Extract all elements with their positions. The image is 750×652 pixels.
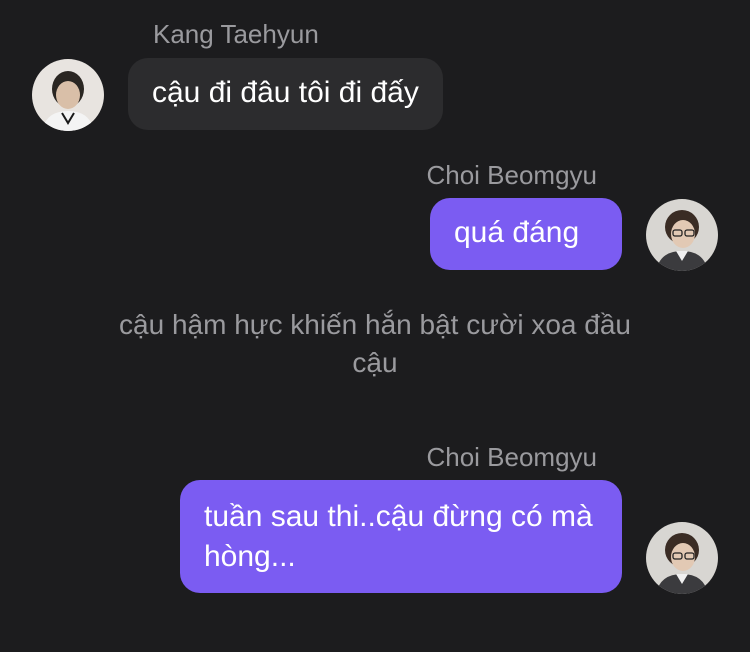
sender-name-choi-beomgyu: Choi Beomgyu (426, 160, 597, 190)
message-bubble-incoming[interactable]: cậu đi đâu tôi đi đấy (128, 58, 443, 130)
message-bubble-outgoing[interactable]: tuần sau thi..cậu đừng có mà hòng... (180, 480, 622, 593)
avatar-photo-icon (646, 199, 718, 271)
avatar-photo-icon (646, 522, 718, 594)
message-text: quá đáng (454, 216, 580, 249)
message-text: tuần sau thi..cậu đừng có mà hòng... (204, 500, 593, 573)
message-bubble-outgoing[interactable]: quá đáng (430, 198, 622, 270)
narration-text: cậu hậm hực khiến hắn bật cười xoa đầu c… (119, 309, 631, 378)
message-text: cậu đi đâu tôi đi đấy (152, 76, 419, 109)
avatar-photo-icon (32, 59, 104, 131)
avatar-kang-taehyun[interactable] (32, 59, 104, 131)
avatar-choi-beomgyu[interactable] (646, 199, 718, 271)
sender-name-choi-beomgyu: Choi Beomgyu (426, 442, 597, 472)
sender-name-kang-taehyun: Kang Taehyun (153, 19, 319, 49)
avatar-choi-beomgyu[interactable] (646, 522, 718, 594)
